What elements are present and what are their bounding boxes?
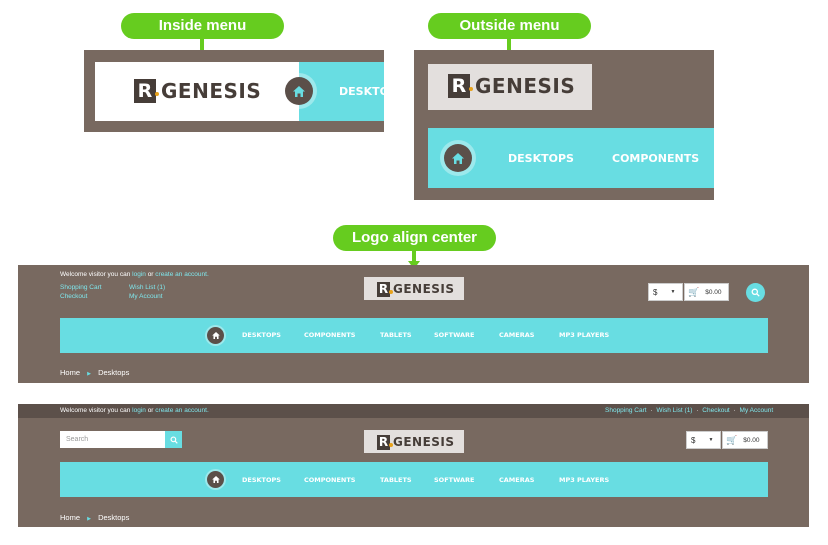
checkout-link[interactable]: Checkout <box>702 407 729 414</box>
nav-item-desktops[interactable]: DESKTO <box>339 85 389 98</box>
logo-r-icon: R <box>377 281 393 297</box>
logo-word: GENESIS <box>393 282 455 296</box>
create-account-link[interactable]: create an account. <box>155 407 208 414</box>
logo-r-icon: R <box>134 79 159 103</box>
nav-item-cameras[interactable]: CAMERAS <box>499 331 534 339</box>
wish-list-link[interactable]: Wish List (1) <box>129 284 165 291</box>
logo-center-callout: Logo align center <box>333 225 496 251</box>
menu-bar <box>60 462 768 497</box>
home-icon[interactable] <box>444 144 472 172</box>
inside-menu-callout: Inside menu <box>121 13 284 39</box>
logo-center-arrow <box>408 251 420 269</box>
currency-select[interactable]: $ ▼ <box>648 283 683 301</box>
nav-item-software[interactable]: SOFTWARE <box>434 476 474 484</box>
breadcrumb: Home ▶ Desktops <box>60 513 129 522</box>
nav-item-tablets[interactable]: TABLETS <box>380 476 412 484</box>
breadcrumb-current: Desktops <box>98 513 130 522</box>
logo-word: GENESIS <box>393 435 455 449</box>
nav-item-cameras[interactable]: CAMERAS <box>499 476 534 484</box>
search-input[interactable]: Search <box>60 431 165 448</box>
breadcrumb-home[interactable]: Home <box>60 513 80 522</box>
logo[interactable]: R GENESIS <box>134 78 261 104</box>
login-link[interactable]: login <box>132 407 146 414</box>
search-box: Search <box>60 431 182 448</box>
login-link[interactable]: login <box>132 271 146 278</box>
logo[interactable]: R GENESIS <box>377 434 455 450</box>
nav-item-components[interactable]: COMPONENTS <box>612 152 699 165</box>
search-icon <box>751 288 760 297</box>
nav-item-components[interactable]: COMPONENTS <box>304 331 356 339</box>
home-icon[interactable] <box>207 327 224 344</box>
wish-list-link[interactable]: Wish List (1) <box>656 407 692 414</box>
cart-icon: 🛒 <box>726 434 738 445</box>
my-account-link[interactable]: My Account <box>129 293 163 300</box>
breadcrumb-separator-icon: ▶ <box>87 516 91 522</box>
outside-menu-panel: R GENESIS DESKTOPS COMPONENTS <box>414 50 714 200</box>
shopping-cart-link[interactable]: Shopping Cart <box>60 284 102 291</box>
menu-bar <box>60 318 768 353</box>
nav-item-mp3-players[interactable]: MP3 PLAYERS <box>559 476 609 484</box>
logo-word: GENESIS <box>475 74 576 98</box>
search-icon <box>169 435 178 444</box>
nav-item-desktops[interactable]: DESKTOPS <box>242 476 281 484</box>
nav-item-mp3-players[interactable]: MP3 PLAYERS <box>559 331 609 339</box>
breadcrumb-current: Desktops <box>98 368 130 377</box>
logo-r-icon: R <box>377 434 393 450</box>
breadcrumb-separator-icon: ▶ <box>87 371 91 377</box>
home-icon[interactable] <box>285 77 313 105</box>
chevron-down-icon: ▼ <box>708 437 714 443</box>
cart-button[interactable]: 🛒 $0.00 <box>722 431 768 449</box>
logo-word: GENESIS <box>161 79 262 103</box>
cart-icon: 🛒 <box>688 286 700 297</box>
chevron-down-icon: ▼ <box>670 289 676 295</box>
create-account-link[interactable]: create an account. <box>155 271 208 278</box>
logo-r-icon: R <box>448 74 473 98</box>
shopping-cart-link[interactable]: Shopping Cart <box>605 407 647 414</box>
logo[interactable]: R GENESIS <box>377 281 455 297</box>
cart-button[interactable]: 🛒 $0.00 <box>684 283 729 301</box>
top-links: Shopping Cart · Wish List (1) · Checkout… <box>605 407 774 414</box>
nav-item-tablets[interactable]: TABLETS <box>380 331 412 339</box>
breadcrumb-home[interactable]: Home <box>60 368 80 377</box>
search-button[interactable] <box>746 283 765 302</box>
search-button[interactable] <box>165 431 182 448</box>
breadcrumb: Home ▶ Desktops <box>60 368 129 377</box>
outside-menu-callout: Outside menu <box>428 13 591 39</box>
nav-item-desktops[interactable]: DESKTOPS <box>242 331 281 339</box>
header-variant-b: Welcome visitor you can login or create … <box>18 404 809 527</box>
nav-item-components[interactable]: COMPONENTS <box>304 476 356 484</box>
welcome-text: Welcome visitor you can login or create … <box>60 271 209 278</box>
logo[interactable]: R GENESIS <box>448 73 575 99</box>
home-icon[interactable] <box>207 471 224 488</box>
checkout-link[interactable]: Checkout <box>60 293 87 300</box>
welcome-text: Welcome visitor you can login or create … <box>60 407 209 414</box>
nav-item-desktops[interactable]: DESKTOPS <box>508 152 574 165</box>
inside-menu-panel: R GENESIS DESKTO <box>84 50 389 132</box>
nav-item-software[interactable]: SOFTWARE <box>434 331 474 339</box>
header-variant-a: Welcome visitor you can login or create … <box>18 265 809 383</box>
my-account-link[interactable]: My Account <box>740 407 774 414</box>
currency-select[interactable]: $ ▼ <box>686 431 721 449</box>
